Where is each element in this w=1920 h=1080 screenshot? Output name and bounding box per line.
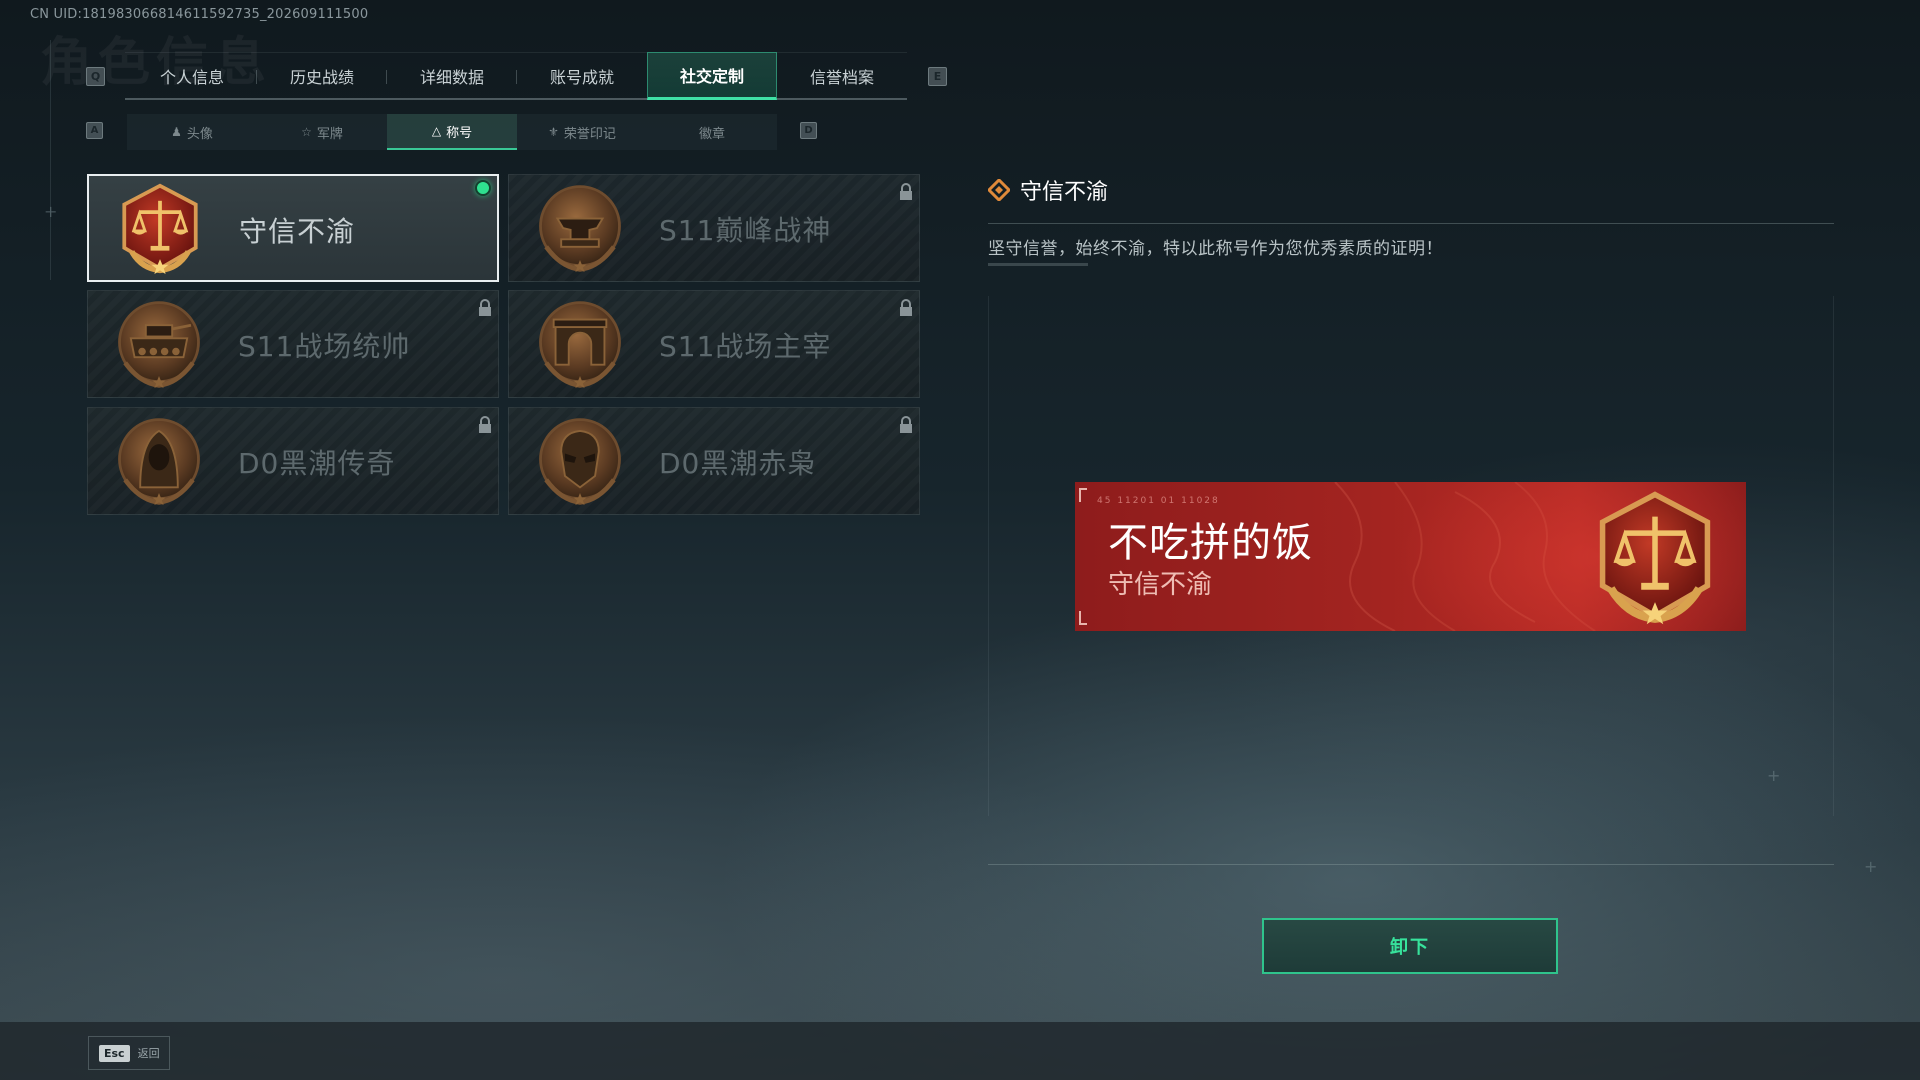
title-card-shouxinbuyu[interactable]: 守信不渝 [87, 174, 499, 282]
tab-history-record[interactable]: 历史战绩 [257, 52, 387, 100]
detail-description: 坚守信誉，始终不渝，特以此称号作为您优秀素质的证明！ [988, 239, 1443, 259]
subtab-dogtag[interactable]: ☆ 军牌 [257, 114, 387, 150]
tab-detailed-data[interactable]: 详细数据 [387, 52, 517, 100]
arch-emblem-icon [539, 301, 621, 389]
esc-key-hint: Esc [99, 1044, 130, 1062]
subtab-avatar[interactable]: ♟ 头像 [127, 114, 257, 150]
corner-bracket [1079, 611, 1087, 625]
back-button[interactable]: Esc 返回 [88, 1036, 170, 1070]
subtab-badge[interactable]: 徽章 [647, 114, 777, 150]
detail-header: 守信不渝 [988, 174, 1108, 206]
decorative-plus-icon: + [44, 202, 58, 221]
banner-player-name: 不吃拼的饭 [1108, 520, 1313, 566]
next-subtab-key-hint[interactable]: D [800, 122, 817, 139]
unequip-button[interactable]: 卸下 [1262, 918, 1558, 974]
anvil-emblem-icon [539, 185, 621, 273]
prev-subtab-key-hint[interactable]: A [86, 122, 103, 139]
prev-tab-key-hint[interactable]: Q [86, 67, 105, 86]
decorative-bar [988, 263, 1088, 266]
lock-icon [900, 416, 912, 433]
tab-social-customization[interactable]: 社交定制 [647, 52, 777, 100]
dogtag-icon: ☆ [301, 125, 312, 139]
subtab-label: 军牌 [316, 126, 343, 142]
title-card-name: D0黑潮传奇 [238, 447, 396, 480]
divider [988, 864, 1834, 865]
corner-bracket [1079, 488, 1087, 502]
footer-bar [0, 1022, 1920, 1080]
hooded-figure-emblem-icon [118, 418, 200, 506]
lock-icon [900, 299, 912, 316]
lock-icon [479, 416, 491, 433]
decorative-plus-icon: + [1864, 857, 1878, 876]
tab-account-achievements[interactable]: 账号成就 [517, 52, 647, 100]
title-card-s11-peak-war-god[interactable]: S11巅峰战神 [508, 174, 920, 282]
back-label: 返回 [137, 1047, 160, 1060]
next-tab-key-hint[interactable]: E [928, 67, 947, 86]
subtab-title[interactable]: △ 称号 [387, 114, 517, 150]
title-card-name: S11巅峰战神 [659, 214, 832, 247]
equipped-indicator [475, 180, 491, 196]
scales-of-justice-icon [1599, 491, 1711, 625]
nameplate-preview-banner: 45 11201 01 11028 不吃拼的饭 守信不渝 [1075, 482, 1746, 631]
tab-personal-info[interactable]: 个人信息 [127, 52, 257, 100]
banner-code-text: 45 11201 01 11028 [1097, 496, 1220, 506]
title-card-name: D0黑潮赤枭 [659, 447, 817, 480]
title-card-name: S11战场主宰 [659, 330, 832, 363]
subtab-label: 徽章 [698, 126, 725, 142]
honor-mark-icon: ⚜ [548, 125, 559, 139]
decorative-line [50, 40, 51, 280]
divider [988, 223, 1834, 224]
subtab-label: 头像 [186, 126, 213, 142]
detail-title: 守信不渝 [1020, 180, 1109, 205]
lock-icon [900, 183, 912, 200]
tank-emblem-icon [118, 301, 200, 389]
title-card-name: S11战场统帅 [238, 330, 411, 363]
subtab-label: 称号 [446, 125, 473, 141]
title-card-d0-black-tide-legend[interactable]: D0黑潮传奇 [87, 407, 499, 515]
lock-icon [479, 299, 491, 316]
title-card-s11-battlefield-master[interactable]: S11战场主宰 [508, 290, 920, 398]
title-card-s11-battlefield-commander[interactable]: S11战场统帅 [87, 290, 499, 398]
masked-skull-emblem-icon [539, 418, 621, 506]
subtab-label: 荣誉印记 [563, 126, 616, 142]
title-card-d0-black-tide-red-owl[interactable]: D0黑潮赤枭 [508, 407, 920, 515]
diamond-marker-icon [988, 179, 1010, 201]
subtab-honor-mark[interactable]: ⚜ 荣誉印记 [517, 114, 647, 150]
title-card-name: 守信不渝 [239, 215, 356, 248]
triangle-title-icon: △ [431, 124, 442, 138]
uid-label: CN UID:18198306681461159​2735_2026091115… [30, 7, 369, 22]
tab-credit-profile[interactable]: 信誉档案 [777, 52, 907, 100]
person-icon: ♟ [171, 125, 182, 139]
banner-title: 守信不渝 [1108, 570, 1213, 600]
scales-of-justice-icon [122, 183, 198, 275]
